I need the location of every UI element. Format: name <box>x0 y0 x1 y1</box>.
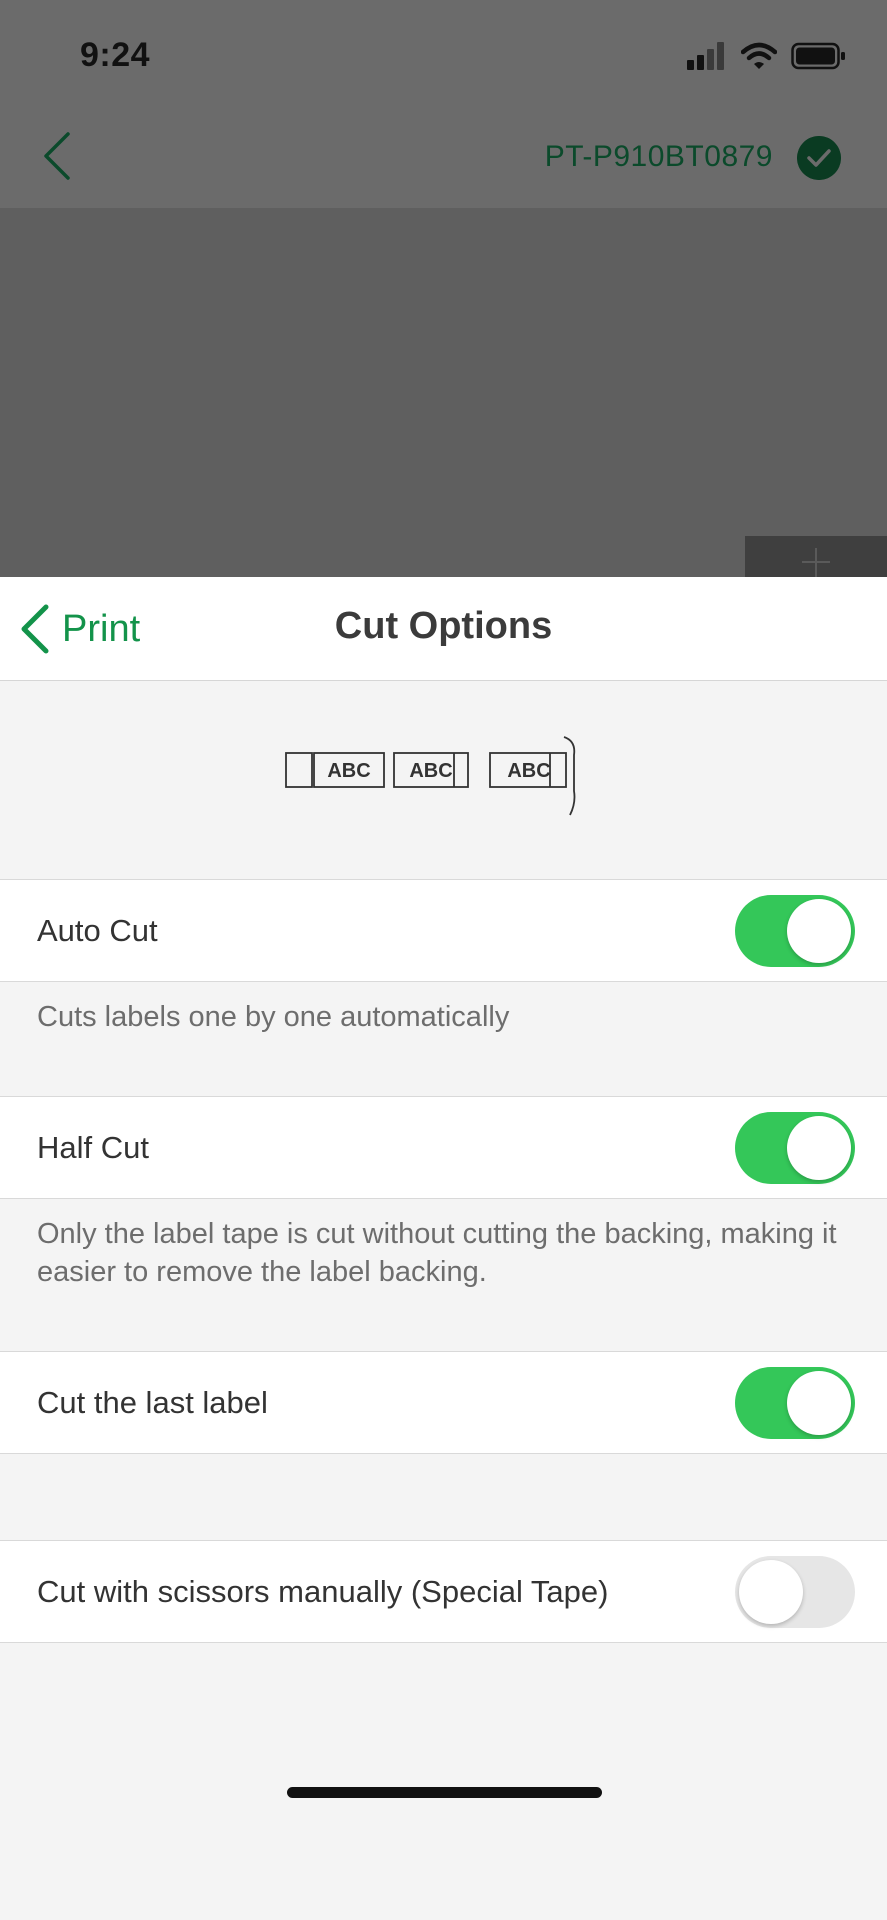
cut-options-sheet: Print Cut Options ABC ABC ABC Auto Cut C… <box>0 577 887 1920</box>
plus-icon <box>802 548 830 577</box>
background-back-chevron-icon <box>44 132 70 180</box>
cut-diagram-illustration: ABC ABC ABC <box>285 736 576 816</box>
background-add-tab <box>745 536 887 577</box>
background-screen: 9:24 PT-P910BT0879 <box>0 0 887 577</box>
home-indicator <box>287 1787 602 1798</box>
printer-name: PT-P910BT0879 <box>544 140 773 173</box>
cellular-signal-icon <box>687 42 724 70</box>
scissors-cut-label: Cut with scissors manually (Special Tape… <box>37 1574 609 1609</box>
diagram-label-text-2: ABC <box>409 760 452 782</box>
half-cut-label: Half Cut <box>37 1130 149 1165</box>
auto-cut-row: Auto Cut <box>0 879 887 982</box>
half-cut-row: Half Cut <box>0 1096 887 1199</box>
half-cut-description: Only the label tape is cut without cutti… <box>37 1218 837 1288</box>
auto-cut-toggle[interactable] <box>735 895 855 967</box>
cut-last-label-label: Cut the last label <box>37 1385 268 1420</box>
diagram-label-text-1: ABC <box>327 760 370 782</box>
status-icons <box>687 40 847 72</box>
diagram-leading-margin <box>285 752 313 788</box>
cut-last-label-row: Cut the last label <box>0 1351 887 1454</box>
background-top-bar: 9:24 PT-P910BT0879 <box>0 0 887 208</box>
wifi-icon <box>741 42 777 69</box>
toggle-knob <box>739 1560 803 1624</box>
toggle-knob <box>787 899 851 963</box>
cut-last-label-toggle[interactable] <box>735 1367 855 1439</box>
toggle-knob <box>787 1371 851 1435</box>
battery-icon <box>791 42 845 70</box>
auto-cut-description: Cuts labels one by one automatically <box>37 1001 510 1033</box>
navigation-bar: Print Cut Options <box>0 577 887 681</box>
scissors-cut-row: Cut with scissors manually (Special Tape… <box>0 1540 887 1643</box>
diagram-label-text-3: ABC <box>507 760 550 782</box>
scissors-cut-toggle[interactable] <box>735 1556 855 1628</box>
toggle-knob <box>787 1116 851 1180</box>
status-time: 9:24 <box>80 36 151 74</box>
auto-cut-label: Auto Cut <box>37 913 158 948</box>
half-cut-toggle[interactable] <box>735 1112 855 1184</box>
connected-check-icon <box>797 136 841 180</box>
page-title: Cut Options <box>334 605 553 647</box>
